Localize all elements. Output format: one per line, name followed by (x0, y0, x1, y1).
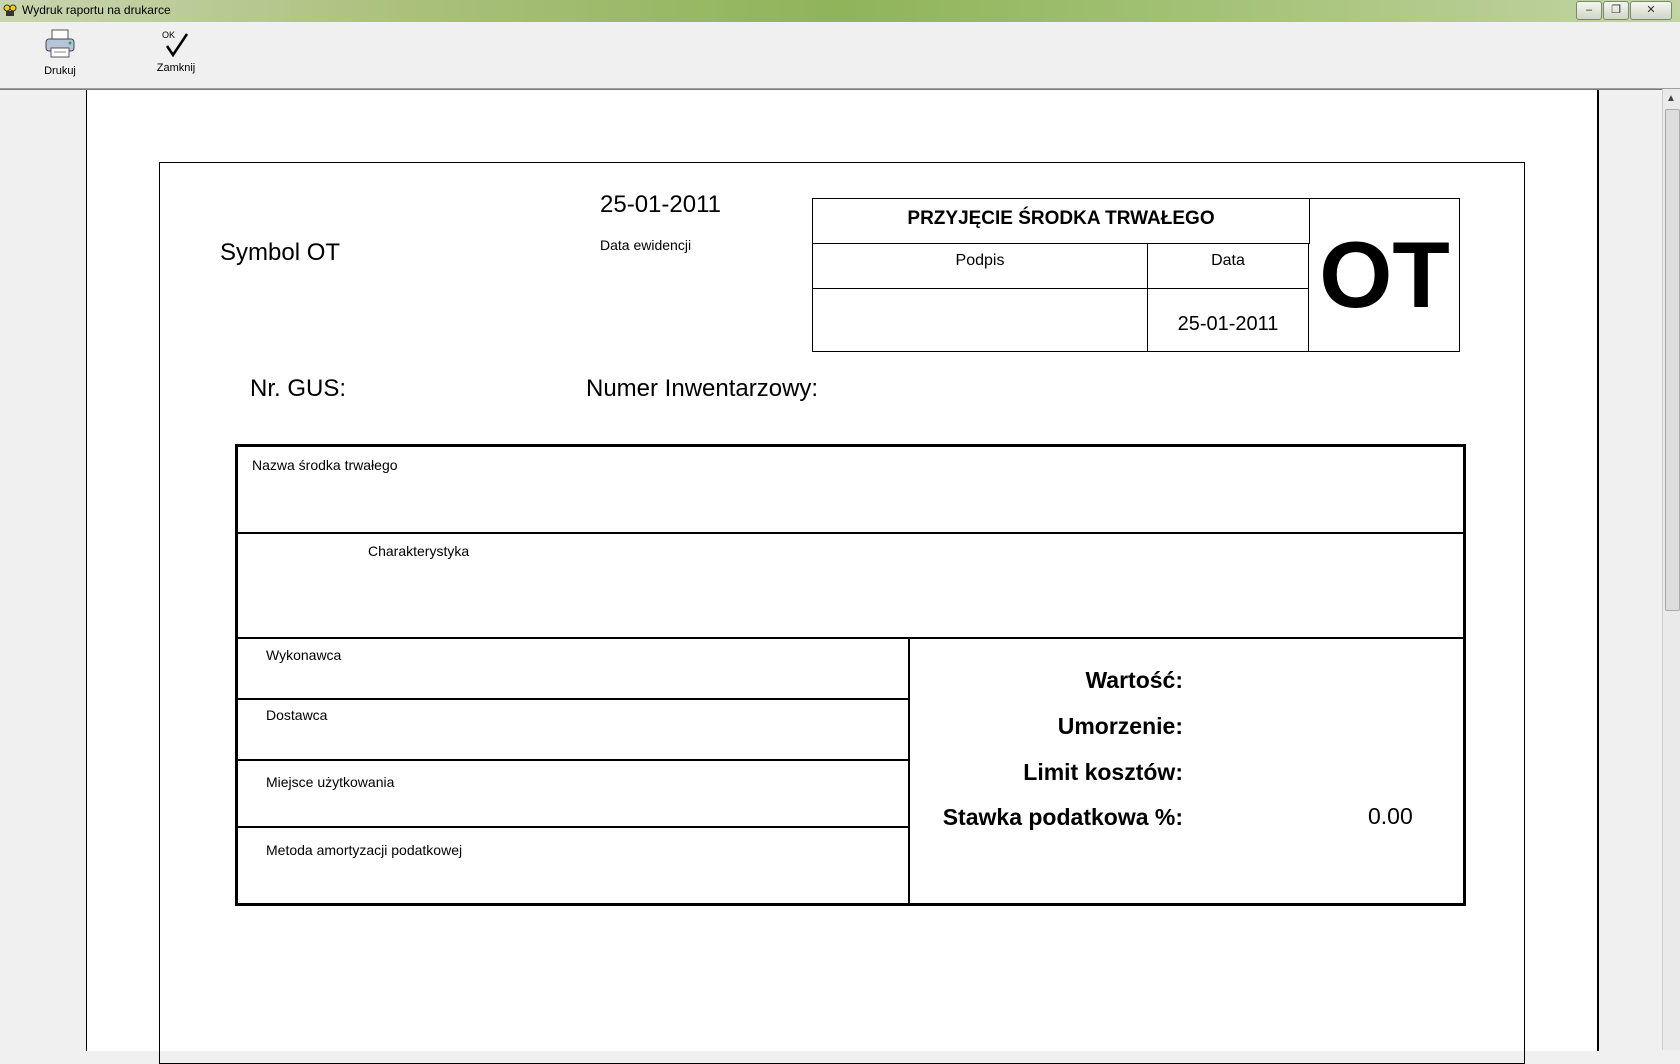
symbol-label: Symbol OT (220, 239, 341, 266)
tax-rate-value: 0.00 (1368, 803, 1413, 829)
scroll-up-icon[interactable]: ▲ (1666, 93, 1676, 104)
tax-rate-label: Stawka podatkowa %: (942, 804, 1183, 830)
record-date: 25-01-2011 (600, 191, 721, 218)
inventory-number-label: Numer Inwentarzowy: (586, 375, 819, 402)
print-button[interactable]: Drukuj (30, 28, 90, 77)
close-label: Zamknij (156, 62, 196, 74)
preview-area: Symbol OT 25-01-2011 Data ewidencji PRZY… (0, 89, 1662, 1064)
details-table: Nazwa środka trwałego Charakterystyka Wy… (235, 444, 1466, 906)
signature-cell (813, 289, 1148, 351)
divider (238, 826, 909, 828)
print-label: Drukuj (44, 65, 76, 77)
report-page: Symbol OT 25-01-2011 Data ewidencji PRZY… (86, 90, 1599, 1064)
characteristics-label: Charakterystyka (368, 543, 470, 559)
printer-icon (45, 29, 75, 58)
supplier-label: Dostawca (266, 707, 328, 723)
place-of-use-label: Miejsce użytkowania (266, 774, 395, 790)
vertical-scrollbar[interactable]: ▲ (1662, 89, 1680, 1050)
date-cell: 25-01-2011 (1148, 289, 1309, 351)
divider (238, 532, 1463, 534)
depreciation-method-label: Metoda amortyzacji podatkowej (266, 842, 463, 858)
divider (908, 637, 910, 903)
minimize-button[interactable]: – (1576, 1, 1602, 20)
toolbar: Drukuj OK Zamknij (0, 22, 1680, 89)
close-button[interactable]: OK Zamknij (146, 28, 206, 74)
contractor-label: Wykonawca (266, 647, 342, 663)
gus-number-label: Nr. GUS: (250, 375, 347, 402)
divider (238, 637, 1463, 639)
asset-name-label: Nazwa środka trwałego (252, 457, 398, 473)
form-title: PRZYJĘCIE ŚRODKA TRWAŁEGO (813, 199, 1310, 244)
checkmark-icon (165, 33, 189, 58)
value-label: Wartość: (1085, 667, 1183, 693)
depreciation-label: Umorzenie: (1057, 713, 1183, 739)
divider (238, 759, 909, 761)
form-code: OT (1319, 222, 1450, 327)
divider (238, 698, 909, 700)
window-title: Wydruk raportu na drukarce (22, 3, 171, 17)
cost-limit-label: Limit kosztów: (1023, 759, 1183, 785)
scroll-thumb[interactable] (1665, 109, 1680, 611)
app-icon (3, 4, 17, 16)
window-controls: – ❐ ✕ (1575, 1, 1672, 20)
header-box: PRZYJĘCIE ŚRODKA TRWAŁEGO Podpis Data 25… (812, 198, 1460, 352)
title-bar: Wydruk raportu na drukarce – ❐ ✕ (0, 0, 1680, 22)
close-window-button[interactable]: ✕ (1630, 1, 1672, 20)
ot-form: Symbol OT 25-01-2011 Data ewidencji PRZY… (159, 162, 1525, 1064)
date-header: Data (1148, 244, 1309, 289)
maximize-button[interactable]: ❐ (1603, 1, 1629, 20)
record-date-label: Data ewidencji (600, 237, 692, 253)
signature-header: Podpis (813, 244, 1148, 289)
